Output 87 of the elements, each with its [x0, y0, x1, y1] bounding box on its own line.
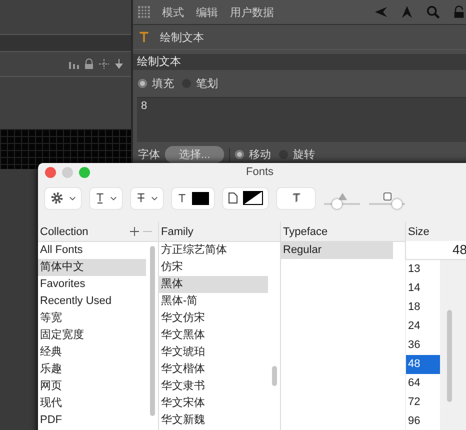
size-item[interactable]: 36 [406, 336, 440, 355]
size-item[interactable]: 14 [406, 279, 440, 298]
document-icon [228, 192, 238, 204]
strikethrough-button[interactable] [131, 188, 163, 208]
object-title: 绘制文本 [160, 30, 204, 44]
menu-item[interactable]: 模式 [162, 4, 184, 20]
color-swatch [243, 191, 263, 205]
collection-item[interactable]: 经典 [38, 344, 146, 361]
family-item[interactable]: 华文琥珀 [159, 344, 268, 361]
up-arrow-icon[interactable] [400, 5, 414, 19]
collection-item[interactable]: 现代 [38, 395, 146, 412]
menu-item[interactable]: 编辑 [196, 4, 218, 20]
strikethrough-icon [136, 192, 146, 204]
color-swatch [192, 192, 209, 204]
caret-icon [151, 196, 158, 200]
text-input-field[interactable]: 8 [137, 97, 466, 142]
action-menu-button[interactable] [45, 188, 81, 208]
left-arrow-icon[interactable] [374, 5, 388, 19]
collection-item[interactable]: Recently Used [38, 293, 146, 310]
family-item[interactable]: 仿宋 [159, 259, 268, 276]
family-item[interactable]: 方正综艺简体 [159, 242, 268, 259]
text-tool-icon [138, 31, 150, 43]
grid-icon[interactable] [138, 6, 150, 18]
radio-label: 旋转 [293, 148, 316, 162]
font-label: 字体 [138, 148, 160, 162]
radio-label: 移动 [249, 148, 272, 162]
move-icon[interactable] [98, 58, 110, 70]
collection-item[interactable]: 等宽 [38, 310, 146, 327]
down-arrow-icon[interactable] [113, 58, 125, 70]
lock-icon[interactable] [452, 5, 466, 19]
collection-item[interactable]: All Fonts [38, 242, 146, 259]
menu-item[interactable]: 用户数据 [230, 4, 274, 20]
triangle-icon [338, 192, 346, 200]
column-header: Typeface [283, 226, 328, 238]
square-icon [382, 192, 392, 200]
caret-icon [110, 196, 117, 200]
size-item[interactable]: 13 [406, 260, 440, 279]
family-item[interactable]: 华文楷体 [159, 361, 268, 378]
radio-button[interactable] [235, 150, 244, 159]
window-title: Fonts [246, 166, 274, 178]
text-shadow-icon [291, 192, 301, 204]
slider-thumb[interactable] [392, 198, 402, 208]
family-item[interactable]: 华文宋体 [159, 395, 268, 412]
underline-button[interactable] [90, 188, 122, 208]
family-item[interactable]: 华文隶书 [159, 378, 268, 395]
column-header: Family [161, 226, 194, 238]
family-item[interactable]: 黑体 [159, 276, 268, 293]
search-icon[interactable] [426, 5, 440, 19]
collection-item[interactable]: 固定宽度 [38, 327, 146, 344]
collection-item[interactable]: 简体中文 [38, 259, 146, 276]
radio-button[interactable] [138, 79, 147, 88]
zoom-icon[interactable] [79, 166, 90, 178]
underline-icon [95, 192, 105, 204]
scrollbar-thumb[interactable] [447, 310, 452, 402]
text-icon [177, 192, 187, 204]
column-header: Size [408, 226, 430, 238]
size-item[interactable]: 96 [406, 412, 440, 430]
plus-icon[interactable] [130, 227, 139, 236]
scrollbar-thumb[interactable] [272, 366, 277, 386]
family-item[interactable]: 华文仿宋 [159, 310, 268, 327]
gear-icon [50, 191, 64, 205]
lock-icon[interactable] [83, 58, 95, 70]
column-header: Collection [40, 226, 88, 238]
family-item[interactable]: 黑体-简 [159, 293, 268, 310]
collection-item[interactable]: 乐趣 [38, 361, 146, 378]
family-item[interactable]: 华文新魏 [159, 412, 268, 429]
text-color-button[interactable] [172, 188, 214, 208]
caret-icon [69, 196, 76, 200]
radio-label: 填充 [152, 77, 174, 91]
radio-label: 笔划 [196, 77, 218, 91]
collection-item[interactable]: PDF [38, 412, 146, 429]
radio-button[interactable] [279, 150, 288, 159]
close-icon[interactable] [45, 166, 56, 178]
text-shadow-button[interactable] [277, 188, 315, 208]
family-item[interactable]: 华文黑体 [159, 327, 268, 344]
typeface-item[interactable]: Regular [281, 242, 393, 259]
collection-item[interactable]: Favorites [38, 276, 146, 293]
size-item[interactable]: 64 [406, 374, 440, 393]
slider-thumb[interactable] [332, 198, 342, 208]
size-item[interactable]: 18 [406, 298, 440, 317]
size-item[interactable]: 72 [406, 393, 440, 412]
size-item[interactable]: 24 [406, 317, 440, 336]
collection-item[interactable]: 网页 [38, 378, 146, 395]
size-item[interactable]: 48 [406, 355, 440, 374]
scrollbar-thumb[interactable] [150, 246, 155, 416]
section-header: 绘制文本 [133, 54, 466, 70]
document-color-button[interactable] [223, 188, 268, 208]
